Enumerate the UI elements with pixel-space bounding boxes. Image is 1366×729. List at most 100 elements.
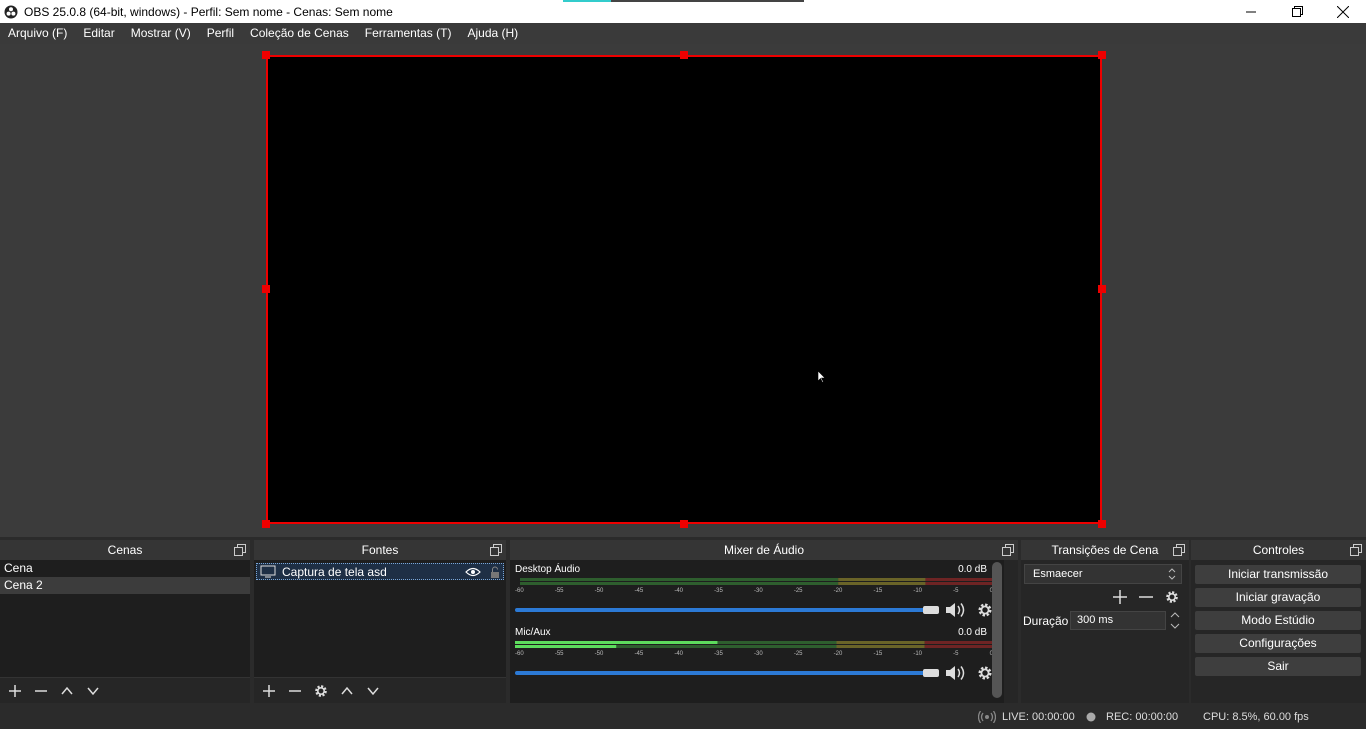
studio-mode-button[interactable]: Modo Estúdio [1195, 611, 1361, 630]
meter-tick-label: -10 [913, 588, 922, 594]
move-source-down-button[interactable] [362, 680, 384, 702]
preview-area[interactable] [0, 44, 1366, 537]
move-scene-up-button[interactable] [56, 680, 78, 702]
meter-zone [924, 645, 997, 648]
source-properties-button[interactable] [310, 680, 332, 702]
meter-tick-label: -60 [515, 588, 524, 594]
meter-tick-label: -45 [634, 651, 644, 657]
scenes-list[interactable]: Cena Cena 2 [0, 560, 250, 677]
duration-spinbox[interactable]: 300 ms [1070, 611, 1166, 630]
menu-ferramentas[interactable]: Ferramentas (T) [357, 23, 460, 44]
broadcast-icon [978, 711, 996, 723]
menu-arquivo[interactable]: Arquivo (F) [0, 23, 75, 44]
preview-canvas[interactable] [266, 55, 1102, 524]
start-recording-button[interactable]: Iniciar gravação [1195, 588, 1361, 607]
restore-button[interactable] [1274, 0, 1320, 23]
meter-tick-label: -25 [793, 588, 803, 594]
controls-dock-title: Controles [1252, 543, 1305, 557]
channel-name: Desktop Áudio [515, 564, 581, 575]
sources-list[interactable]: Captura de tela asd [254, 560, 506, 677]
meter-level [515, 645, 617, 648]
settings-button[interactable]: Configurações [1195, 634, 1361, 653]
transition-select[interactable]: Esmaecer [1024, 564, 1182, 584]
remove-transition-minus-icon[interactable] [1138, 589, 1154, 605]
meter-zone [520, 582, 839, 585]
mixer-scrollbar[interactable] [992, 562, 1002, 698]
spin-up-icon[interactable] [1170, 611, 1180, 619]
volume-slider-knob[interactable] [923, 606, 939, 614]
add-source-button[interactable] [258, 680, 280, 702]
meter-tick-label: -40 [674, 588, 683, 594]
meter-zone [520, 578, 839, 581]
lock-icon[interactable] [490, 566, 500, 578]
meter-tick-label: -55 [554, 588, 564, 594]
menu-mostrar[interactable]: Mostrar (V) [123, 23, 199, 44]
float-dock-icon[interactable] [1173, 544, 1185, 556]
eye-icon[interactable] [465, 567, 481, 577]
close-button[interactable] [1320, 0, 1366, 23]
add-scene-button[interactable] [4, 680, 26, 702]
resize-handle-top-right[interactable] [1098, 51, 1106, 59]
meter-level [515, 641, 718, 644]
float-dock-icon[interactable] [1002, 544, 1014, 556]
add-transition-plus-icon[interactable] [1112, 589, 1128, 605]
meter-tick-label: -5 [953, 588, 959, 594]
resize-handle-bottom-right[interactable] [1098, 520, 1106, 528]
duration-value: 300 ms [1077, 614, 1114, 626]
volume-slider[interactable] [515, 671, 939, 675]
meter-zone [925, 578, 997, 581]
meter-tick-label: -15 [873, 588, 883, 594]
meter-tick-label: -25 [793, 651, 803, 657]
volume-slider-knob[interactable] [923, 669, 939, 677]
transition-properties-gear-icon[interactable] [1164, 589, 1180, 605]
channel-db: 0.0 dB [958, 564, 987, 575]
chevron-up-icon [341, 686, 353, 694]
speaker-icon[interactable] [945, 664, 967, 682]
transitions-dock-title: Transições de Cena [1051, 543, 1159, 557]
meter-tick-label: -50 [594, 588, 604, 594]
close-icon [1337, 5, 1349, 18]
move-source-up-button[interactable] [336, 680, 358, 702]
minimize-button[interactable] [1228, 0, 1274, 23]
volume-meter [520, 578, 997, 585]
resize-handle-bottom[interactable] [680, 520, 688, 528]
window-title: OBS 25.0.8 (64-bit, windows) - Perfil: S… [24, 4, 393, 19]
menu-perfil[interactable]: Perfil [199, 23, 242, 44]
plus-icon [263, 684, 275, 697]
remove-source-button[interactable] [284, 680, 306, 702]
resize-handle-top[interactable] [680, 51, 688, 59]
source-item-label: Captura de tela asd [282, 564, 387, 579]
meter-tick-label: -20 [833, 651, 843, 657]
exit-button[interactable]: Sair [1195, 657, 1361, 676]
menu-editar[interactable]: Editar [75, 23, 122, 44]
meter-zone [836, 641, 925, 644]
menu-ajuda[interactable]: Ajuda (H) [459, 23, 526, 44]
remove-scene-button[interactable] [30, 680, 52, 702]
speaker-icon[interactable] [945, 601, 967, 619]
float-dock-icon[interactable] [1350, 544, 1362, 556]
source-item[interactable]: Captura de tela asd [256, 563, 504, 580]
scenes-toolbar [0, 677, 250, 703]
resize-handle-left[interactable] [262, 285, 270, 293]
start-streaming-button[interactable]: Iniciar transmissão [1195, 565, 1361, 584]
meter-tick-label: -20 [833, 588, 843, 594]
move-scene-down-button[interactable] [82, 680, 104, 702]
menu-colecao-de-cenas[interactable]: Coleção de Cenas [242, 23, 357, 44]
scene-item[interactable]: Cena 2 [0, 577, 250, 594]
scene-item[interactable]: Cena [0, 560, 250, 577]
spin-down-icon[interactable] [1170, 622, 1180, 630]
scene-transitions-dock: Transições de Cena Esmaecer Duração 300 … [1021, 540, 1189, 703]
float-dock-icon[interactable] [234, 544, 246, 556]
channel-name: Mic/Aux [515, 627, 551, 638]
resize-handle-top-left[interactable] [262, 51, 270, 59]
float-dock-icon[interactable] [490, 544, 502, 556]
volume-meter [515, 641, 997, 648]
meter-zone [836, 645, 925, 648]
title-bar: OBS 25.0.8 (64-bit, windows) - Perfil: S… [0, 0, 1366, 23]
scenes-dock-header: Cenas [0, 540, 250, 560]
resize-handle-right[interactable] [1098, 285, 1106, 293]
meter-tick-label: -55 [554, 651, 564, 657]
volume-slider[interactable] [515, 608, 939, 612]
resize-handle-bottom-left[interactable] [262, 520, 270, 528]
audio-mixer-dock: Mixer de Áudio Desktop Áudio 0.0 dB -60 -… [510, 540, 1018, 703]
